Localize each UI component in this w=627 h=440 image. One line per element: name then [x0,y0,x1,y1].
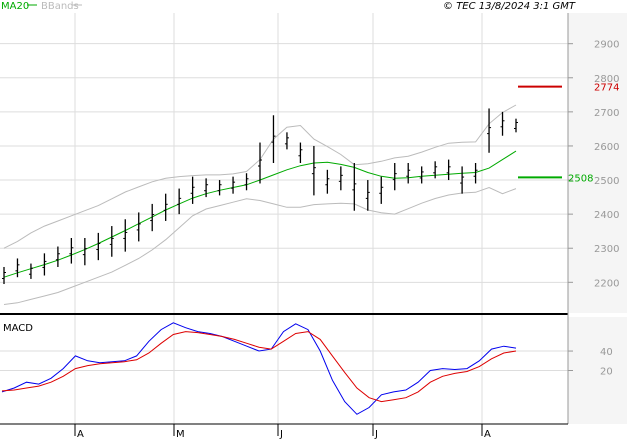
price-tick-label: 2200 [594,278,619,289]
month-label: A [484,429,491,440]
price-tick-label: 2800 [594,74,619,85]
bbands-legend: BBands [41,1,79,12]
macd-title: MACD [3,323,33,334]
stock-chart: 27742508 2900280027002600250024002300220… [0,1,627,440]
price-tick-label: 2400 [594,210,619,221]
level-label: 2508 [568,173,593,184]
macd-tick-label: 20 [600,367,613,378]
month-label: A [77,429,84,440]
price-tick-label: 2300 [594,244,619,255]
month-label: J [279,429,283,440]
price-tick-label: 2900 [594,40,619,51]
month-label: J [374,429,378,440]
price-tick-label: 2600 [594,142,619,153]
ma20-legend: MA20 [1,1,29,12]
price-axis-bg [568,13,627,313]
price-tick-label: 2700 [594,108,619,119]
price-tick-label: 2500 [594,176,619,187]
price-panel-bg [0,13,568,313]
macd-tick-label: 40 [600,347,613,358]
month-label: M [176,429,185,440]
copyright-notice: © TEC 13/8/2024 3:1 GMT [443,1,576,12]
macd-axis-bg [568,317,627,424]
